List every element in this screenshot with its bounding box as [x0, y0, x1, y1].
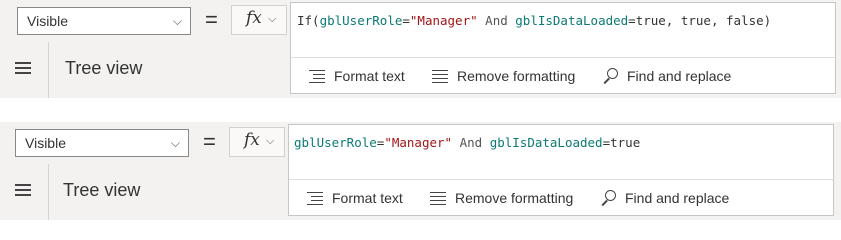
fx-icon: fx	[246, 8, 262, 28]
chevron-down-icon: ⌵	[170, 136, 180, 150]
property-dropdown[interactable]: Visible ⌵	[15, 129, 189, 157]
formula-string: "Manager"	[409, 13, 478, 28]
formula-token: =	[402, 13, 410, 28]
hamburger-icon[interactable]	[15, 184, 31, 196]
property-dropdown-value: Visible	[25, 135, 66, 151]
remove-formatting-label: Remove formatting	[457, 68, 576, 84]
find-replace-label: Find and replace	[625, 190, 730, 206]
format-text-icon	[307, 190, 325, 206]
tree-view-label[interactable]: Tree view	[65, 58, 142, 79]
fx-button[interactable]: fx ⌵	[231, 5, 287, 35]
formula-token: =true, true, false)	[628, 13, 772, 28]
tree-view-label[interactable]: Tree view	[63, 180, 140, 201]
panel-divider	[0, 98, 841, 122]
format-text-icon	[309, 68, 327, 84]
formula-keyword: And	[452, 135, 490, 150]
nav-column	[0, 42, 49, 98]
equals-sign: =	[205, 7, 218, 32]
formula-editor[interactable]: gblUserRole="Manager" And gblIsDataLoade…	[288, 124, 834, 216]
remove-formatting-icon	[432, 68, 450, 84]
nav-column	[0, 164, 49, 220]
format-text-label: Format text	[334, 68, 405, 84]
remove-formatting-label: Remove formatting	[455, 190, 574, 206]
formula-text[interactable]: If(gblUserRole="Manager" And gblIsDataLo…	[297, 13, 771, 28]
find-replace-label: Find and replace	[627, 68, 732, 84]
chevron-down-icon: ⌵	[268, 13, 277, 25]
format-text-label: Format text	[332, 190, 403, 206]
fx-icon: fx	[244, 130, 260, 150]
formula-bar-panel-1: Tree view Visible ⌵ = fx ⌵ If(gblUserRol…	[0, 0, 841, 98]
formula-variable: gblUserRole	[294, 135, 377, 150]
formula-keyword: And	[477, 13, 516, 28]
property-dropdown[interactable]: Visible ⌵	[17, 7, 191, 35]
formula-editor[interactable]: If(gblUserRole="Manager" And gblIsDataLo…	[290, 2, 836, 94]
chevron-down-icon: ⌵	[266, 135, 275, 147]
formula-token: =true	[602, 135, 641, 150]
formula-variable: gblIsDataLoaded	[489, 135, 603, 150]
chevron-down-icon: ⌵	[172, 14, 182, 28]
fx-button[interactable]: fx ⌵	[229, 127, 285, 157]
formula-toolbar: Format text Remove formatting Find and r…	[289, 179, 833, 216]
formula-variable: gblUserRole	[319, 13, 403, 28]
hamburger-icon[interactable]	[15, 62, 31, 74]
formula-text[interactable]: gblUserRole="Manager" And gblIsDataLoade…	[294, 135, 640, 150]
remove-formatting-icon	[430, 190, 448, 206]
search-icon	[602, 68, 620, 84]
search-icon	[600, 190, 618, 206]
formula-toolbar: Format text Remove formatting Find and r…	[291, 57, 835, 94]
property-dropdown-value: Visible	[27, 13, 68, 29]
equals-sign: =	[203, 129, 216, 154]
formula-string: "Manager"	[384, 135, 453, 150]
formula-variable: gblIsDataLoaded	[515, 13, 629, 28]
formula-token: If(	[297, 13, 320, 28]
formula-bar-panel-2: Tree view Visible ⌵ = fx ⌵ gblUserRole="…	[0, 122, 841, 220]
